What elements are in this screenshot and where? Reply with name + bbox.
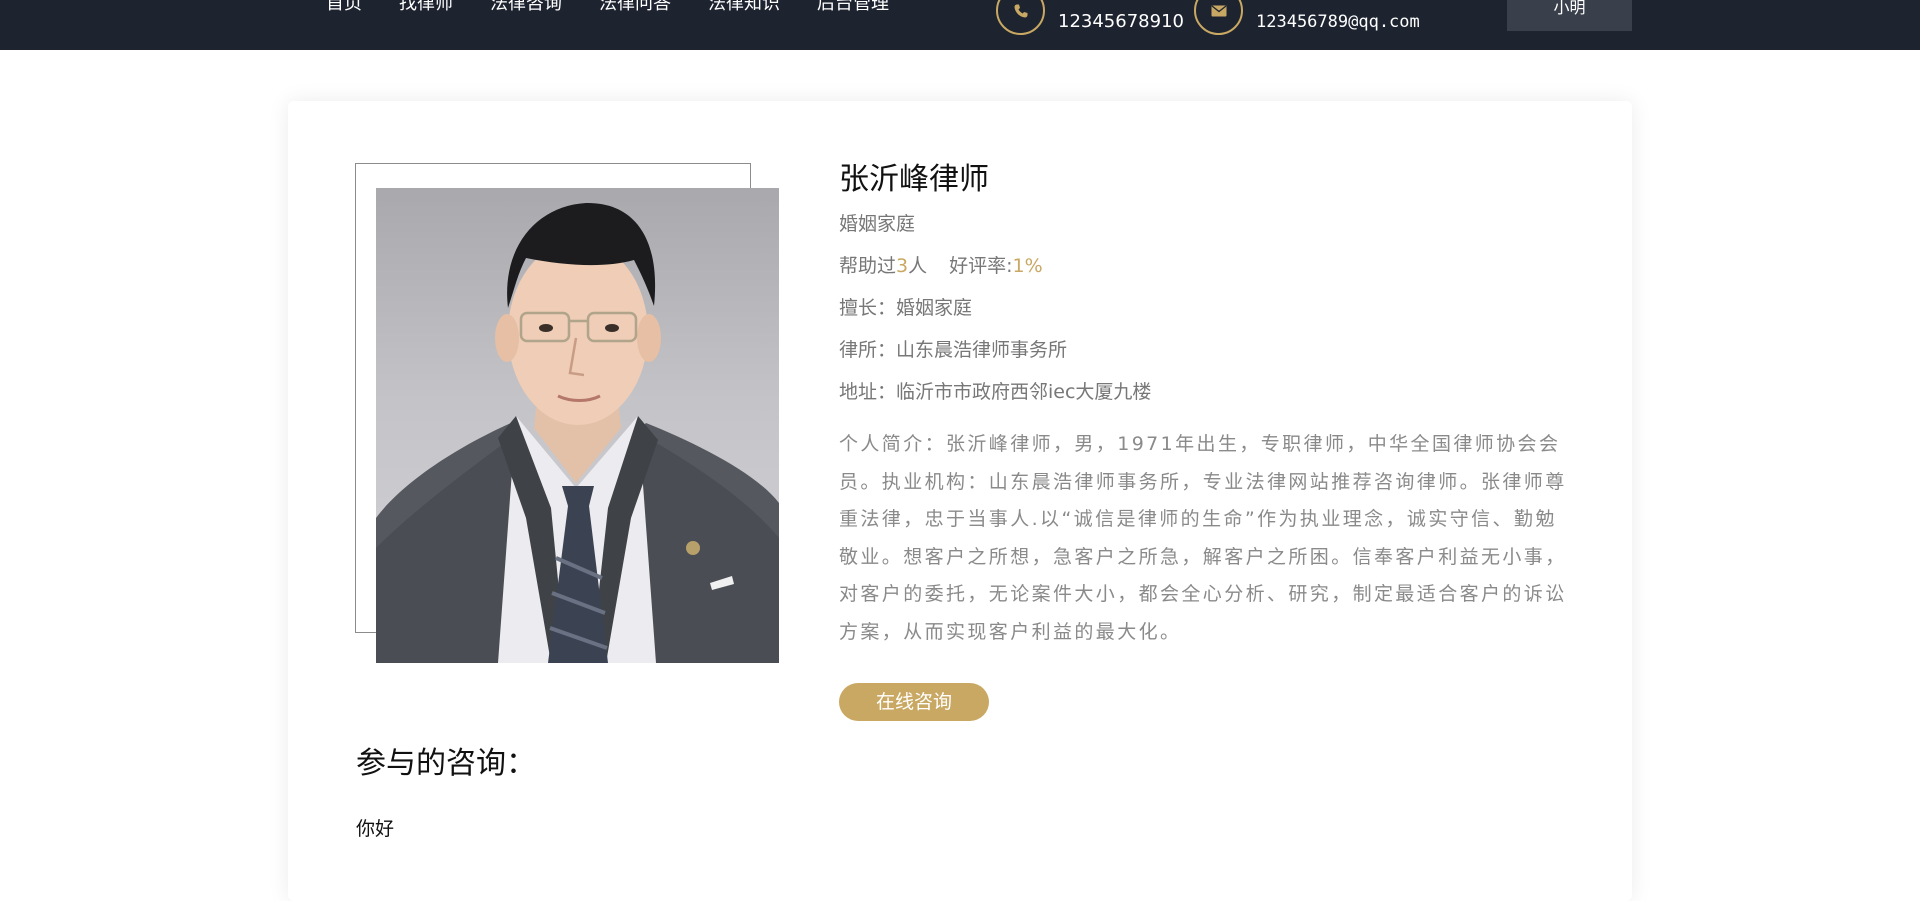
nav-item-find-lawyer[interactable]: 找律师 bbox=[399, 0, 453, 16]
nav-item-legal-knowledge[interactable]: 法律知识 bbox=[708, 0, 780, 16]
lawyer-specialty: 擅长：婚姻家庭 bbox=[839, 297, 973, 319]
contact-email: 123456789@qq.com bbox=[1194, 0, 1420, 35]
nav-item-legal-qa[interactable]: 法律问答 bbox=[599, 0, 671, 16]
nav-item-home[interactable]: 首页 bbox=[326, 0, 362, 16]
nav-item-admin[interactable]: 后台管理 bbox=[817, 0, 889, 16]
mail-icon bbox=[1194, 0, 1243, 35]
lawyer-name: 张沂峰律师 bbox=[839, 162, 989, 197]
helped-suffix: 人 bbox=[908, 255, 928, 277]
lawyer-info: 张沂峰律师 婚姻家庭 帮助过3人 好评率:1% 擅长：婚姻家庭 律所：山东晨浩律师… bbox=[839, 160, 1574, 652]
email-address: 123456789@qq.com bbox=[1256, 12, 1420, 32]
consultations-title: 参与的咨询： bbox=[356, 746, 536, 781]
phone-number: 12345678910 bbox=[1058, 11, 1184, 32]
rating-value: 1% bbox=[1012, 255, 1043, 277]
online-consult-button[interactable]: 在线咨询 bbox=[839, 683, 989, 721]
user-menu-button[interactable]: 小明 bbox=[1507, 0, 1632, 31]
nav-item-legal-consult[interactable]: 法律咨询 bbox=[490, 0, 562, 16]
helped-count: 3 bbox=[896, 255, 909, 277]
lawyer-category: 婚姻家庭 bbox=[839, 213, 916, 235]
helped-prefix: 帮助过 bbox=[839, 255, 897, 277]
lawyer-intro: 个人简介：张沂峰律师，男，1971年出生，专职律师，中华全国律师协会会员。执业机… bbox=[839, 433, 1567, 643]
lawyer-address: 地址：临沂市市政府西邻iec大厦九楼 bbox=[839, 381, 1152, 403]
rating-label: 好评率: bbox=[949, 255, 1013, 277]
lawyer-stats: 帮助过3人 好评率:1% bbox=[839, 254, 1574, 278]
top-navigation-bar: 首页 找律师 法律咨询 法律问答 法律知识 后台管理 12345678910 1… bbox=[0, 0, 1920, 50]
main-nav: 首页 找律师 法律咨询 法律问答 法律知识 后台管理 bbox=[326, 0, 926, 16]
lawyer-firm: 律所：山东晨浩律师事务所 bbox=[839, 339, 1068, 361]
consultation-item[interactable]: 你好 bbox=[356, 816, 394, 842]
lawyer-photo bbox=[376, 188, 779, 663]
contact-phone: 12345678910 bbox=[996, 0, 1184, 35]
phone-icon bbox=[996, 0, 1045, 35]
